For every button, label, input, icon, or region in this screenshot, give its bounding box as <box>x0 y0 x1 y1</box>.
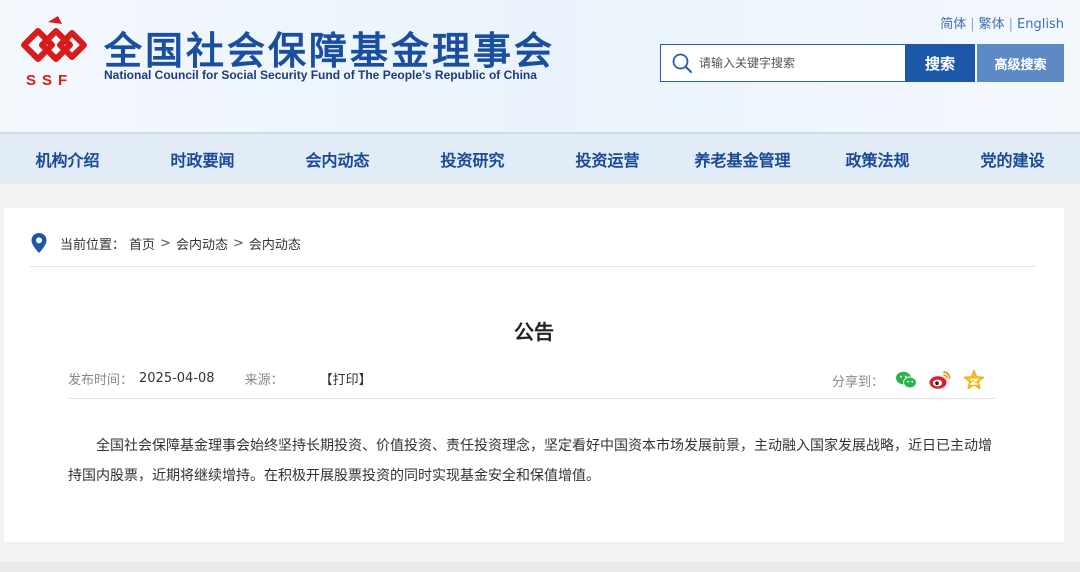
lang-simplified[interactable]: 简体 <box>940 17 966 32</box>
logo-text: SSF <box>26 72 74 89</box>
nav-item-investment-research[interactable]: 投资研究 <box>405 147 540 171</box>
article-meta: 发布时间： 2025-04-08 来源： 【打印】 <box>68 369 372 388</box>
breadcrumb-council-updates[interactable]: 会内动态 <box>176 234 228 253</box>
breadcrumb-divider <box>30 266 1036 267</box>
nav-item-news[interactable]: 时政要闻 <box>135 147 270 171</box>
search-button[interactable]: 搜索 <box>905 44 975 82</box>
lang-separator: | <box>970 17 975 32</box>
ssf-logo-icon[interactable] <box>18 16 88 74</box>
search-box <box>660 44 906 82</box>
breadcrumb: 当前位置： 首页 > 会内动态 > 会内动态 <box>30 230 301 256</box>
breadcrumb-current[interactable]: 会内动态 <box>249 234 301 253</box>
article-body: 全国社会保障基金理事会始终坚持长期投资、价值投资、责任投资理念，坚定看好中国资本… <box>68 438 992 484</box>
main-nav: 机构介绍 时政要闻 会内动态 投资研究 投资运营 养老基金管理 政策法规 党的建… <box>0 132 1080 184</box>
breadcrumb-separator: > <box>160 235 171 251</box>
nav-item-investment-operations[interactable]: 投资运营 <box>540 147 675 171</box>
footer-strip <box>0 562 1080 572</box>
article-title: 公告 <box>514 320 554 344</box>
share-label: 分享到： <box>831 374 884 390</box>
nav-item-policies[interactable]: 政策法规 <box>810 147 945 171</box>
nav-item-pension-fund[interactable]: 养老基金管理 <box>675 147 810 171</box>
search-input[interactable] <box>699 46 899 80</box>
qzone-icon[interactable] <box>962 368 986 392</box>
location-pin-icon <box>31 233 47 253</box>
print-button[interactable]: 【打印】 <box>320 369 372 388</box>
site-header: SSF 全国社会保障基金理事会 National Council for Soc… <box>0 0 1080 132</box>
weibo-icon[interactable] <box>928 368 952 392</box>
search-icon <box>672 53 692 73</box>
lang-traditional[interactable]: 繁体 <box>979 17 1005 32</box>
breadcrumb-separator: > <box>232 235 244 251</box>
share-bar: 分享到： <box>832 368 986 392</box>
publish-date: 2025-04-08 <box>139 371 215 386</box>
wechat-icon[interactable] <box>894 368 918 392</box>
source-label: 来源： <box>244 373 284 388</box>
nav-item-party-building[interactable]: 党的建设 <box>945 147 1080 171</box>
site-title[interactable]: 全国社会保障基金理事会 <box>104 20 555 75</box>
nav-item-council-updates[interactable]: 会内动态 <box>270 147 405 171</box>
advanced-search-button[interactable]: 高级搜索 <box>977 44 1064 82</box>
breadcrumb-home[interactable]: 首页 <box>129 234 155 253</box>
lang-english[interactable]: English <box>1017 17 1064 32</box>
site-subtitle: National Council for Social Security Fun… <box>104 68 537 82</box>
language-switcher: 简体 | 繁体 | English <box>940 13 1064 32</box>
lang-separator: | <box>1008 17 1014 32</box>
article-container: 当前位置： 首页 > 会内动态 > 会内动态 公告 发布时间： 2025-04-… <box>4 208 1064 542</box>
publish-date-label: 发布时间： <box>68 373 134 388</box>
breadcrumb-label: 当前位置： <box>60 237 126 253</box>
meta-divider <box>68 398 996 399</box>
nav-item-about[interactable]: 机构介绍 <box>0 147 135 171</box>
